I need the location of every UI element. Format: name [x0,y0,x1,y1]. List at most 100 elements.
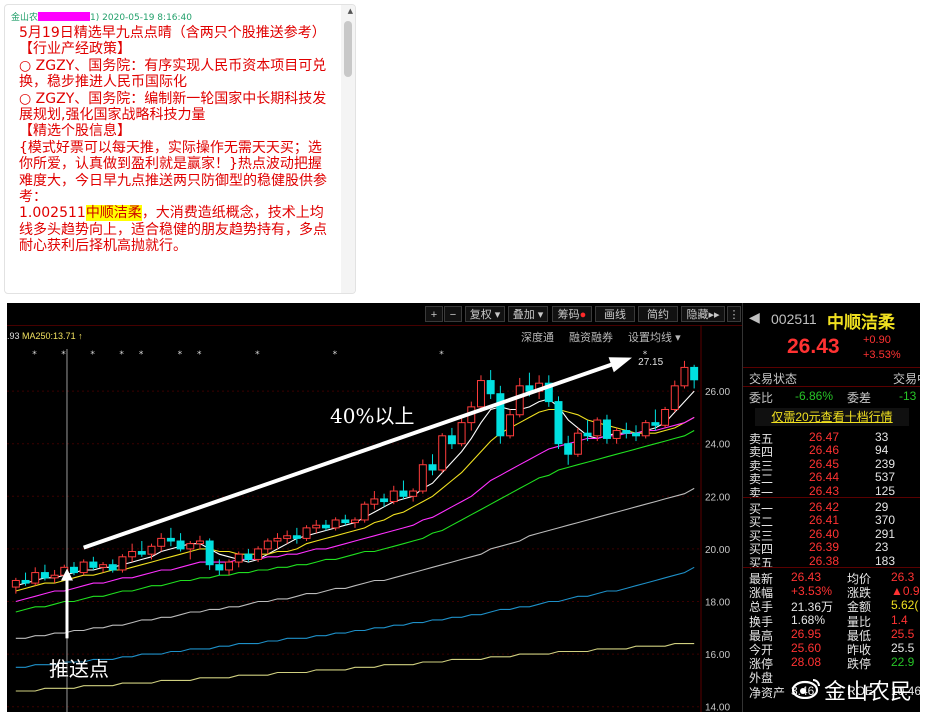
zoom-out-button[interactable]: − [444,306,462,322]
change-percent: +3.53% [863,349,901,361]
bid-price: 26.38 [809,553,840,568]
fuquan-dropdown[interactable]: 复权 ▾ [465,306,505,322]
vertical-dots-icon: ⋮ [728,309,740,321]
ma-readout: .93 MA250:13.71 ↑ [7,331,83,341]
redacted-name [38,12,91,21]
candle-body [40,572,49,579]
candle-body [79,561,88,574]
stat-value: 25.60 [791,641,822,655]
candle-body [137,551,146,555]
watermark-text: 金山农民 [824,680,913,705]
fuquan-label: 复权 [469,309,492,321]
set-ma-dropdown[interactable]: 设置均线 ▾ [628,329,681,345]
zoom-in-button[interactable]: + [425,306,443,322]
candle-body [118,556,127,571]
simple-mode-button[interactable]: 简约 [638,306,678,322]
stat-value: +3.53% [791,584,833,599]
candle-body [108,564,117,571]
gain-annotation: 40%以上 [330,404,415,428]
ma-line-ma20 [15,416,695,603]
candle-body [602,419,611,439]
more-button[interactable]: ⋮ [727,306,741,322]
overlay-dropdown[interactable]: 叠加 ▾ [508,306,548,322]
candle-body [302,527,311,539]
ask-price: 26.47 [809,430,840,444]
tab-shendutong[interactable]: 深度通 [521,329,554,345]
candle-body [438,435,447,471]
candle-body [690,366,699,381]
stock-code: 1.002511 [19,205,86,222]
bid-volume: 291 [875,526,896,541]
divider [743,386,920,387]
candle-body [680,366,689,387]
candle-body [234,553,243,563]
ask-volume: 33 [875,430,889,444]
stat-value: 26.43 [791,570,822,584]
candle-body [263,540,272,550]
candle-body [389,490,398,503]
stat-value: 26.3 [891,570,915,584]
event-marker: * [197,350,202,360]
notification-dot-icon: ● [579,309,587,321]
tab-margin-trading[interactable]: 融资融券 [569,329,613,345]
ask-volume: 537 [875,470,896,485]
candle-body [506,414,515,437]
chevron-down-icon: ▾ [675,332,681,344]
event-marker: * [333,350,338,360]
weibo-logo-icon [791,677,822,704]
draw-line-button[interactable]: 画线 [595,306,635,322]
message-line: {模式好票可以每天推，实际操作无需天天买；选你所爱，认真做到盈利就是赢家！}热点… [19,139,327,206]
candle-body [254,548,263,560]
candle-body [612,430,621,439]
candle-body [622,430,631,434]
chevron-down-icon: ▾ [537,309,544,321]
candle-body [651,422,660,426]
candle-body [661,409,670,426]
event-marker: * [439,350,444,360]
candle-body [457,422,466,445]
bid-volume: 183 [875,553,896,568]
stat-label: 跌停 [847,657,872,672]
high-price-label: 27.15 [638,357,663,368]
bid-price: 26.42 [809,500,840,514]
ask-price: 26.45 [809,456,840,471]
ma-readout-left: .93 [7,331,20,341]
ten-level-quote-link[interactable]: 仅需20元查看十档行情 [755,408,909,426]
message-scrollbar[interactable]: ▲ [341,5,355,293]
candle-body [399,490,408,497]
hide-button[interactable]: 隐藏▸▸ [681,306,725,322]
stat-value: 28.08 [791,655,822,670]
chips-button[interactable]: 筹码● [552,306,592,322]
candle-body [321,524,330,529]
stock-name-highlight: 中顺洁柔 [85,205,142,222]
event-marker: * [119,350,124,360]
stock-code: 002511 [771,311,817,327]
candle-body [554,401,563,445]
message-line: ○ ZGZY、国务院：有序实现人民币资本项目可兑换，稳步推进人民币国际化 [19,57,327,91]
stock-recommendation: 1.002511中顺洁柔，大消费造纸概念，技术上均线多头趋势向上，适合稳健的朋友… [19,205,331,254]
message-line: 5月19日精选早九点点晴（含两只个股推送参考） [19,25,326,41]
candle-body [157,537,166,547]
candle-body [515,385,524,416]
candle-body [312,524,321,529]
scrollbar-thumb[interactable] [344,21,352,77]
candle-body [418,464,427,492]
candle-body [244,553,253,560]
y-tick-label: 18.00 [705,598,730,609]
event-marker: * [255,350,260,360]
bid-volume: 29 [875,500,889,514]
scroll-up-icon[interactable]: ▲ [348,7,353,15]
candle-body [341,519,350,524]
ask-price: 26.44 [809,470,840,485]
candle-body [632,432,641,437]
candle-body [283,535,292,539]
message-line: 【行业产经政策】 [19,41,131,58]
hide-label: 隐藏 [686,309,709,321]
ask-label: 卖一 [749,485,774,500]
candle-body [583,432,592,437]
quote-panel: ◀ 002511 中顺洁柔 26.43 +0.90 +3.53% 交易状态 交易… [742,303,920,712]
triangle-left-icon[interactable]: ◀ [749,309,760,326]
divider [743,367,920,368]
candle-body [89,561,98,568]
stock-name: 中顺洁柔 [827,313,895,333]
